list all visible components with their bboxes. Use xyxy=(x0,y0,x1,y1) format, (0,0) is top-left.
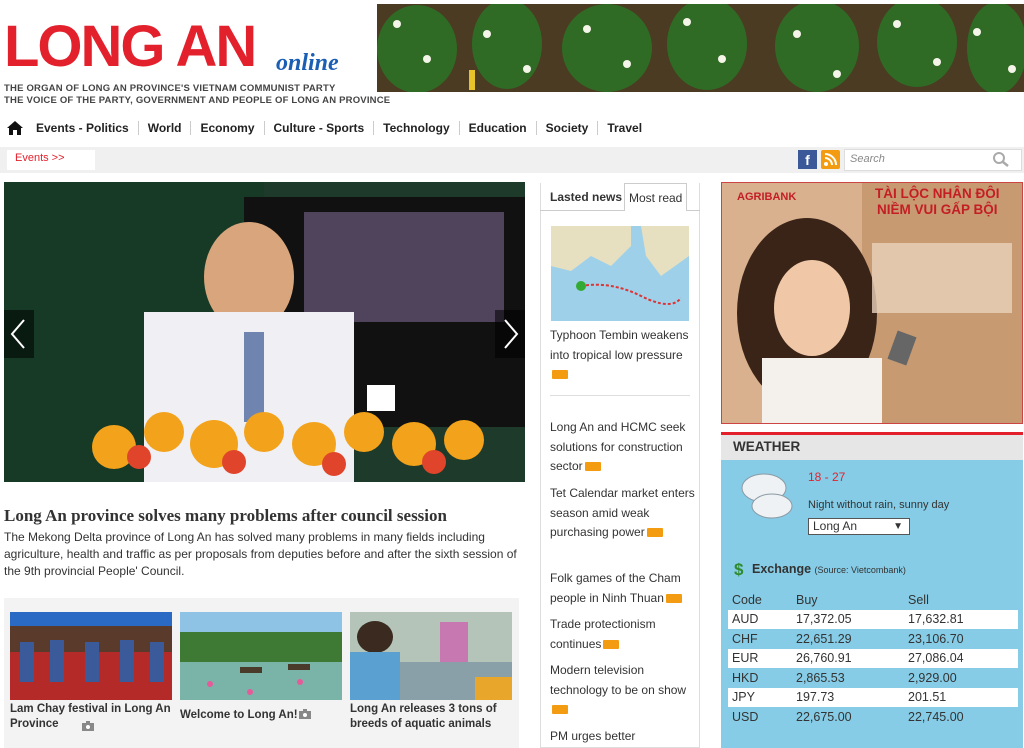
camera-icon xyxy=(299,709,311,719)
cell-sell: 22,745.00 xyxy=(908,709,964,724)
agribank-ad[interactable] xyxy=(721,182,1023,424)
table-row: EUR 26,760.91 27,086.04 xyxy=(728,648,1018,668)
divider xyxy=(550,395,690,396)
news-item-5[interactable]: Trade protectionism continues xyxy=(550,615,695,654)
news-item-title: Folk games of the Cham people in Ninh Th… xyxy=(550,571,681,605)
home-icon[interactable] xyxy=(6,120,24,136)
search-icon[interactable] xyxy=(992,152,1010,168)
news-item-1[interactable]: Typhoon Tembin weakens into tropical low… xyxy=(550,326,695,385)
main-nav: Events - Politics World Economy Culture … xyxy=(0,112,1024,144)
cell-code: HKD xyxy=(732,670,759,685)
location-value: Long An xyxy=(813,519,858,533)
nav-item-travel[interactable]: Travel xyxy=(597,121,651,135)
new-badge-icon xyxy=(603,639,620,649)
new-badge-icon xyxy=(665,593,682,603)
caret-down-icon: ▼ xyxy=(893,521,903,532)
new-badge-icon xyxy=(646,528,663,538)
news-item-title: Long An and HCMC seek solutions for cons… xyxy=(550,420,686,473)
nav-item-technology[interactable]: Technology xyxy=(373,121,458,135)
news-item-6[interactable]: Modern television technology to be on sh… xyxy=(550,661,695,720)
hero-prev-button[interactable] xyxy=(4,310,34,358)
hero-summary: The Mekong Delta province of Long An has… xyxy=(4,530,517,578)
tagline-1: THE ORGAN OF LONG AN PROVINCE'S VIETNAM … xyxy=(4,83,336,94)
cell-sell: 2,929.00 xyxy=(908,670,957,685)
table-row: AUD 17,372.05 17,632.81 xyxy=(728,609,1018,629)
ad-headline-1: TÀI LỘC NHÂN ĐÔI xyxy=(875,186,1000,201)
table-row: JPY 197.73 201.51 xyxy=(728,687,1018,707)
site-logo[interactable]: LONG AN xyxy=(4,18,257,76)
cell-code: JPY xyxy=(728,687,792,707)
ad-headline-2: NIỀM VUI GẤP BỘI xyxy=(877,202,998,217)
nav-item-education[interactable]: Education xyxy=(458,121,536,135)
thumb-caption-2[interactable]: Welcome to Long An! xyxy=(180,708,345,723)
dollar-icon: $ xyxy=(734,560,744,579)
cloud-icon xyxy=(741,473,793,519)
cell-code: USD xyxy=(732,709,759,724)
exchange-title: Exchange (Source: Vietcombank) xyxy=(752,562,906,576)
thumb-image-3[interactable] xyxy=(350,612,512,700)
cell-buy: 22,651.29 xyxy=(796,631,852,646)
camera-icon xyxy=(82,721,94,731)
cell-buy: 17,372.05 xyxy=(792,609,904,629)
news-item-3[interactable]: Tet Calendar market enters season amid w… xyxy=(550,484,695,543)
hero-headline[interactable]: Long An province solves many problems af… xyxy=(4,506,524,526)
nav-item-culture-sports[interactable]: Culture - Sports xyxy=(263,121,374,135)
nav-item-events-politics[interactable]: Events - Politics xyxy=(34,121,138,135)
cell-buy: 26,760.91 xyxy=(792,648,904,668)
col-header-sell: Sell xyxy=(908,592,929,607)
site-logo-online: online xyxy=(276,50,339,76)
news-item-title: Tet Calendar market enters season amid w… xyxy=(550,486,695,539)
cell-sell: 27,086.04 xyxy=(904,648,1018,668)
news-item-2[interactable]: Long An and HCMC seek solutions for cons… xyxy=(550,418,695,477)
typhoon-map-image[interactable] xyxy=(551,226,689,321)
col-header-buy: Buy xyxy=(796,592,818,607)
tab-most-read[interactable]: Most read xyxy=(624,183,688,211)
nav-item-economy[interactable]: Economy xyxy=(190,121,263,135)
hero-next-button[interactable] xyxy=(495,310,525,358)
facebook-icon[interactable]: f xyxy=(798,150,817,169)
thumb-image-2[interactable] xyxy=(180,612,342,700)
location-select[interactable]: Long An ▼ xyxy=(808,518,910,535)
table-header-row: Code Buy Sell xyxy=(728,590,1018,610)
exchange-title-text: Exchange xyxy=(752,562,812,576)
col-header-code: Code xyxy=(732,592,762,607)
rss-icon[interactable] xyxy=(821,150,840,169)
thumb-image-1[interactable] xyxy=(10,612,172,700)
cell-buy: 197.73 xyxy=(792,687,904,707)
news-item-title: Modern television technology to be on sh… xyxy=(550,663,687,697)
cell-sell: 201.51 xyxy=(904,687,1018,707)
news-item-7[interactable]: PM urges better xyxy=(550,727,695,747)
thumb-caption-3[interactable]: Long An releases 3 tons of breeds of aqu… xyxy=(350,702,515,732)
news-item-4[interactable]: Folk games of the Cham people in Ninh Th… xyxy=(550,569,695,608)
cell-code: CHF xyxy=(732,631,758,646)
tab-latest-news[interactable]: Lasted news xyxy=(546,183,628,211)
temperature: 18 - 27 xyxy=(808,470,846,484)
news-item-title: Typhoon Tembin weakens into tropical low… xyxy=(550,328,689,362)
agribank-brand: AGRIBANK xyxy=(737,191,797,203)
tagline-2: THE VOICE OF THE PARTY, GOVERNMENT AND P… xyxy=(4,95,391,106)
table-row: CHF 22,651.29 23,106.70 xyxy=(728,629,1018,649)
table-row: USD 22,675.00 22,745.00 xyxy=(728,707,1018,727)
cell-sell: 23,106.70 xyxy=(908,631,964,646)
cell-buy: 2,865.53 xyxy=(796,670,845,685)
hero-image[interactable] xyxy=(4,182,525,482)
table-row: HKD 2,865.53 2,929.00 xyxy=(728,668,1018,688)
header-banner-image xyxy=(377,4,1024,92)
new-badge-icon xyxy=(552,705,568,715)
exchange-table: Code Buy Sell AUD 17,372.05 17,632.81 CHF 2… xyxy=(728,590,1018,727)
nav-item-world[interactable]: World xyxy=(137,121,191,135)
news-item-title: PM urges better xyxy=(550,729,636,743)
cell-sell: 17,632.81 xyxy=(904,609,1018,629)
exchange-source: (Source: Vietcombank) xyxy=(814,565,906,575)
weather-title: WEATHER xyxy=(721,432,1023,460)
weather-description: Night without rain, sunny day xyxy=(808,499,950,511)
cell-code: EUR xyxy=(728,648,792,668)
new-badge-icon xyxy=(552,370,568,380)
events-link[interactable]: Events >> xyxy=(7,150,95,170)
cell-code: AUD xyxy=(728,609,792,629)
cell-buy: 22,675.00 xyxy=(796,709,852,724)
nav-item-society[interactable]: Society xyxy=(535,121,598,135)
new-badge-icon xyxy=(584,462,601,472)
